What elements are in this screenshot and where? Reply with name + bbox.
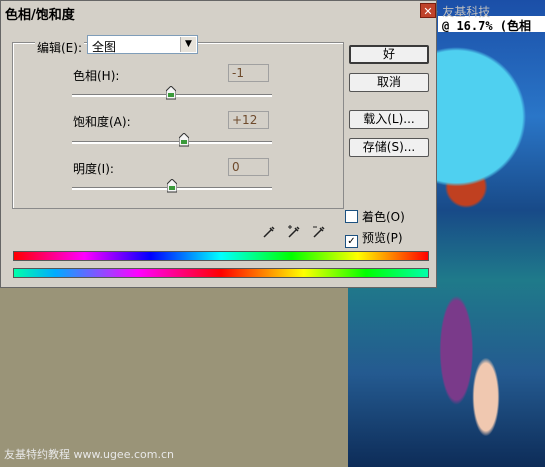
output-spectrum-bar [13,268,429,278]
preview-option[interactable]: ✓ 预览(P) [345,229,403,248]
lightness-input[interactable]: 0 [228,158,269,176]
colorize-checkbox[interactable] [345,210,358,223]
close-button[interactable]: ✕ [420,3,436,18]
chevron-down-icon[interactable]: ▼ [180,37,196,52]
saturation-slider-thumb[interactable] [179,133,189,147]
cancel-button[interactable]: 取消 [349,73,429,92]
input-spectrum-bar [13,251,429,261]
watermark-bottom: 友基特约教程 www.ugee.com.cn [4,448,174,461]
edit-label: 编辑(E): [35,39,84,56]
dialog-title: 色相/饱和度 [5,8,75,23]
lightness-label: 明度(I): [73,162,114,176]
hue-slider-thumb[interactable] [166,86,177,100]
colorize-option[interactable]: 着色(O) [345,208,405,225]
hue-label: 色相(H): [73,69,120,83]
saturation-input[interactable]: +12 [228,111,269,129]
save-button[interactable]: 存储(S)... [349,138,429,157]
edit-dropdown[interactable]: 全图 ▼ [87,35,198,54]
preview-label: 预览(P) [362,231,403,245]
eyedropper-icon[interactable] [261,224,277,240]
lightness-slider-thumb[interactable] [167,179,177,193]
preview-checkbox[interactable]: ✓ [345,235,358,248]
hue-saturation-dialog: 色相/饱和度 ✕ 编辑(E): 全图 ▼ 色相(H): -1 饱和度(A): +… [0,0,437,288]
eyedropper-minus-icon[interactable] [311,224,327,240]
saturation-slider-track[interactable] [72,141,272,144]
hue-input[interactable]: -1 [228,64,269,82]
edit-selected-value: 全图 [92,40,117,54]
load-button[interactable]: 载入(L)... [349,110,429,129]
saturation-label: 饱和度(A): [73,115,131,129]
colorize-label: 着色(O) [362,210,405,224]
ok-button[interactable]: 好 [349,45,429,64]
adjustment-group [12,42,344,209]
eyedropper-plus-icon[interactable] [286,224,302,240]
dialog-titlebar[interactable]: 色相/饱和度 [1,1,436,23]
